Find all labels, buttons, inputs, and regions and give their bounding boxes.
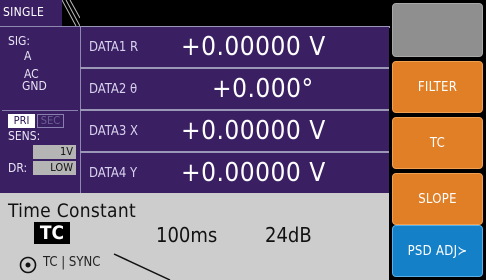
- data-row-2[interactable]: DATA2 θ +0.000°: [80, 69, 389, 109]
- radio-selected-icon[interactable]: [19, 256, 37, 274]
- sens-label: SENS:: [8, 129, 41, 143]
- data1-label: DATA1 R: [89, 40, 139, 55]
- signal-info-panel: SIG: A AC GND PRI SEC SENS: 1V DR: LOW: [0, 27, 80, 193]
- data3-value: +0.00000 V: [181, 116, 326, 146]
- data4-value: +0.00000 V: [181, 158, 326, 188]
- dr-value: LOW: [33, 161, 76, 175]
- tc-sync-mode[interactable]: TC | SYNC: [43, 255, 100, 270]
- sig-label: SIG:: [8, 34, 31, 48]
- tc-button[interactable]: TC: [392, 117, 483, 169]
- psd-adj-button[interactable]: PSD ADJ≻: [392, 225, 483, 277]
- sig-input-a: A: [24, 49, 32, 63]
- slope-value[interactable]: 24dB: [265, 223, 312, 247]
- filter-button[interactable]: FILTER: [392, 61, 483, 113]
- top-bar: [80, 0, 390, 28]
- mode-tab-label: SINGLE: [3, 5, 45, 19]
- dr-label: DR:: [8, 161, 28, 175]
- data2-label: DATA2 θ: [89, 82, 138, 97]
- pri-indicator: PRI: [8, 114, 35, 128]
- data2-value: +0.000°: [212, 74, 314, 104]
- softkey-blank[interactable]: [392, 3, 483, 57]
- mode-tab[interactable]: SINGLE: [0, 0, 80, 27]
- data-row-1[interactable]: DATA1 R +0.00000 V: [80, 27, 389, 67]
- tab-hatch-decoration: [62, 0, 80, 26]
- data1-value: +0.00000 V: [181, 32, 326, 62]
- data3-label: DATA3 X: [89, 124, 139, 139]
- data4-label: DATA4 Y: [89, 166, 138, 181]
- data-row-3[interactable]: DATA3 X +0.00000 V: [80, 111, 389, 151]
- data-row-4[interactable]: DATA4 Y +0.00000 V: [80, 153, 389, 193]
- time-constant-value[interactable]: 100ms: [156, 223, 217, 247]
- sig-ground-gnd: GND: [22, 79, 47, 93]
- tc-badge: TC: [34, 222, 70, 244]
- slope-button[interactable]: SLOPE: [392, 173, 483, 225]
- time-constant-panel: Time Constant TC 100ms 24dB TC | SYNC: [0, 193, 389, 280]
- info-divider: [2, 110, 78, 111]
- panel-title: Time Constant: [8, 200, 136, 222]
- sens-value: 1V: [33, 145, 76, 159]
- sec-indicator: SEC: [37, 114, 64, 128]
